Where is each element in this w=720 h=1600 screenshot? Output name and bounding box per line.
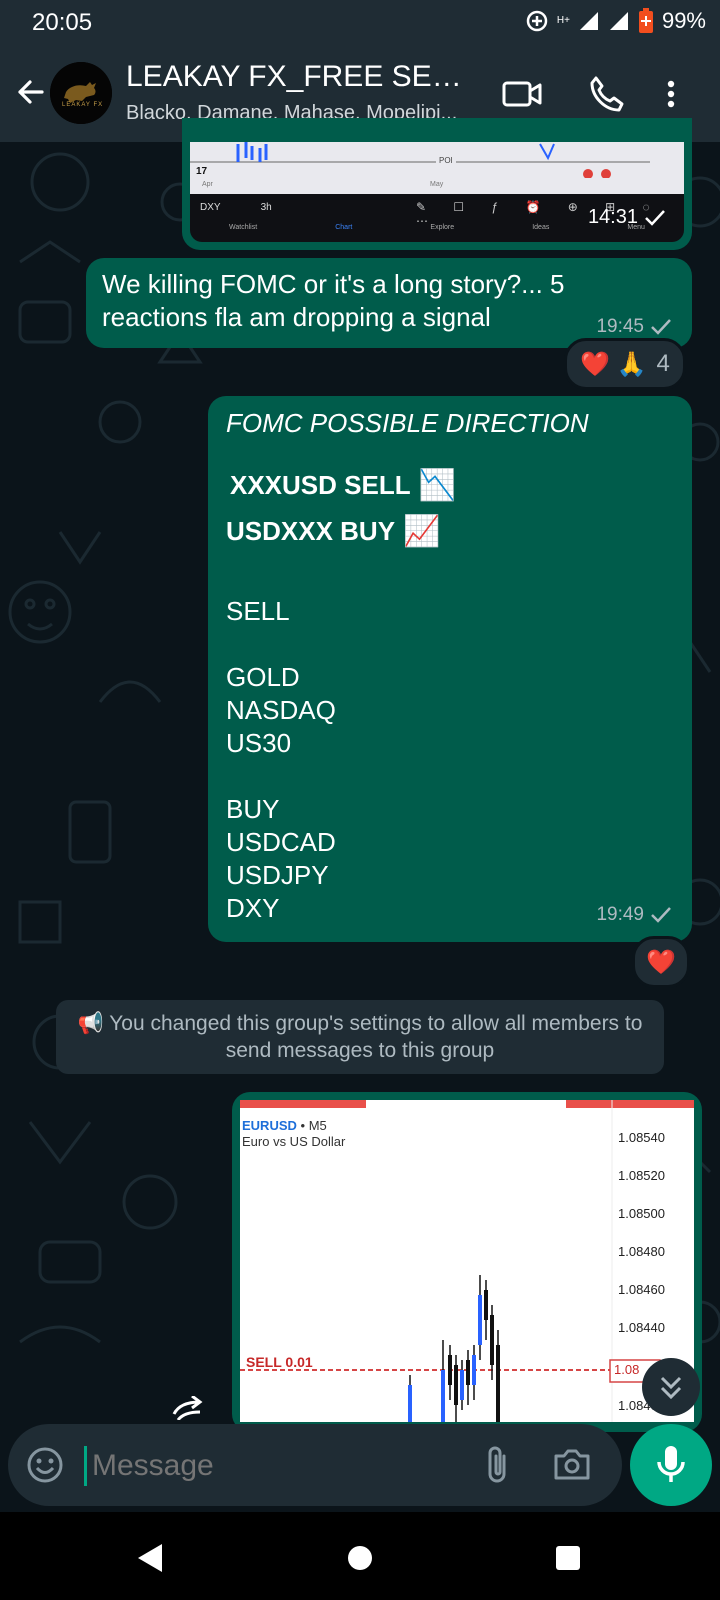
scroll-to-bottom-button[interactable] bbox=[642, 1358, 700, 1416]
tradingview-screenshot[interactable]: POI 17 Apr May DXY 3h ✎ ☐ ƒ ⏰ ⊕ ⊞ ◌ ⋯ Wa… bbox=[190, 142, 684, 242]
message-meta: 14:31 bbox=[588, 206, 666, 229]
ticker-label: DXY bbox=[200, 202, 221, 213]
emoji-icon[interactable] bbox=[26, 1446, 64, 1484]
order-label: SELL 0.01 bbox=[246, 1354, 313, 1370]
video-call-icon[interactable] bbox=[500, 72, 544, 116]
voice-message-button[interactable] bbox=[630, 1424, 712, 1506]
ticker-row: DXY 3h bbox=[200, 202, 272, 213]
sell-item: GOLD bbox=[226, 662, 300, 692]
date-may: May bbox=[430, 181, 444, 188]
xxxusd-sell-text: XXXUSD SELL bbox=[230, 470, 411, 500]
buy-item: USDCAD bbox=[226, 827, 336, 857]
battery-icon bbox=[638, 8, 653, 33]
price-label: 1.08520 bbox=[618, 1168, 665, 1183]
megaphone-icon: 📢 bbox=[77, 1012, 110, 1035]
status-icons: H+ 99% bbox=[525, 8, 706, 34]
network-type-label: H+ bbox=[556, 15, 570, 26]
message-text: We killing FOMC or it's a long story?...… bbox=[102, 269, 565, 332]
sell-item: NASDAQ bbox=[226, 695, 336, 725]
double-chevron-down-icon bbox=[660, 1376, 682, 1400]
signal-message-bubble[interactable]: FOMC POSSIBLE DIRECTION XXXUSD SELL 📉 US… bbox=[208, 396, 692, 942]
message-meta: 19:45 bbox=[596, 316, 672, 338]
reactions-pill[interactable]: ❤️ 🙏 4 bbox=[564, 338, 686, 390]
camera-icon[interactable] bbox=[552, 1446, 592, 1482]
forward-icon[interactable] bbox=[170, 1396, 210, 1420]
tab-watchlist: Watchlist bbox=[229, 224, 258, 231]
date-apr: Apr bbox=[202, 181, 213, 188]
eurusd-chart-image[interactable]: EURUSD • M5 Euro vs US Dollar SELL 0.01 … bbox=[240, 1100, 694, 1422]
group-title[interactable]: LEAKAY FX_FREE SET... bbox=[126, 60, 466, 94]
reaction-emojis: ❤️ bbox=[646, 948, 676, 976]
buy-header: BUY bbox=[226, 794, 280, 824]
message-input-bar bbox=[8, 1424, 622, 1506]
sell-item: US30 bbox=[226, 728, 292, 758]
nav-back-icon[interactable] bbox=[136, 1542, 164, 1574]
reactions-pill[interactable]: ❤️ bbox=[632, 936, 690, 988]
more-options-icon[interactable] bbox=[656, 72, 686, 116]
system-message: 📢 You changed this group's settings to a… bbox=[56, 1000, 664, 1074]
data-saver-icon bbox=[526, 10, 548, 32]
price-label: 1.08500 bbox=[618, 1206, 665, 1221]
nav-recents-icon[interactable] bbox=[554, 1544, 582, 1572]
poi-label: POI bbox=[436, 156, 456, 165]
buy-item: DXY bbox=[226, 893, 280, 923]
bull-logo-icon bbox=[50, 62, 112, 124]
group-avatar[interactable]: LEAKAY FX bbox=[50, 62, 112, 124]
date-axis: Apr May bbox=[190, 178, 684, 194]
text-message-bubble[interactable]: We killing FOMC or it's a long story?...… bbox=[86, 258, 692, 348]
image-message-bubble[interactable]: POI 17 Apr May DXY 3h ✎ ☐ ƒ ⏰ ⊕ ⊞ ◌ ⋯ Wa… bbox=[182, 118, 692, 250]
price-label: 1.08460 bbox=[618, 1282, 665, 1297]
chart-increasing-icon: 📈 bbox=[403, 515, 441, 548]
buy-item: USDJPY bbox=[226, 860, 329, 890]
sell-header: SELL bbox=[226, 596, 290, 626]
chart-area-light: POI 17 bbox=[190, 142, 684, 179]
tab-chart: Chart bbox=[335, 224, 353, 231]
voice-call-icon[interactable] bbox=[584, 72, 628, 116]
price-label: 1.08480 bbox=[618, 1244, 665, 1259]
status-time: 20:05 bbox=[32, 9, 93, 36]
signal-icon-2 bbox=[609, 12, 628, 30]
chart-decreasing-icon: 📉 bbox=[418, 469, 456, 502]
sent-check-icon bbox=[651, 907, 671, 923]
price-label: 1.08440 bbox=[618, 1320, 665, 1335]
timeframe-label: 3h bbox=[260, 202, 272, 213]
system-navigation-bar bbox=[0, 1512, 720, 1600]
message-time: 19:49 bbox=[596, 904, 644, 925]
system-message-text: You changed this group's settings to all… bbox=[109, 1012, 643, 1062]
tab-ideas: Ideas bbox=[532, 224, 550, 231]
message-input[interactable] bbox=[84, 1440, 474, 1492]
reaction-emojis: ❤️ 🙏 bbox=[580, 350, 647, 378]
signal-line-sell: XXXUSD SELL 📉 bbox=[230, 468, 456, 503]
signal-line-buy: USDXXX BUY 📈 bbox=[226, 514, 440, 549]
usdxxx-buy-text: USDXXX BUY bbox=[226, 516, 396, 546]
message-time: 14:31 bbox=[587, 206, 638, 228]
back-arrow-icon[interactable] bbox=[12, 74, 48, 110]
message-meta: 19:49 bbox=[596, 904, 672, 926]
status-bar: 20:05 H+ 99% bbox=[0, 0, 720, 46]
sent-check-icon bbox=[645, 209, 665, 226]
microphone-icon bbox=[657, 1446, 685, 1482]
attach-icon[interactable] bbox=[482, 1444, 512, 1486]
message-time: 19:45 bbox=[596, 316, 644, 337]
chart-logo: 17 bbox=[196, 166, 208, 177]
signal-title: FOMC POSSIBLE DIRECTION bbox=[226, 408, 589, 438]
price-tag: 1.08 bbox=[614, 1362, 640, 1377]
sent-check-icon bbox=[651, 319, 671, 335]
avatar-text: LEAKAY FX bbox=[62, 102, 104, 108]
price-label: 1.08540 bbox=[618, 1130, 665, 1145]
signal-icon bbox=[579, 12, 598, 30]
battery-percent: 99% bbox=[661, 8, 706, 33]
nav-home-icon[interactable] bbox=[346, 1544, 374, 1572]
tab-explore: Explore bbox=[430, 224, 455, 231]
reaction-count: 4 bbox=[656, 350, 670, 377]
